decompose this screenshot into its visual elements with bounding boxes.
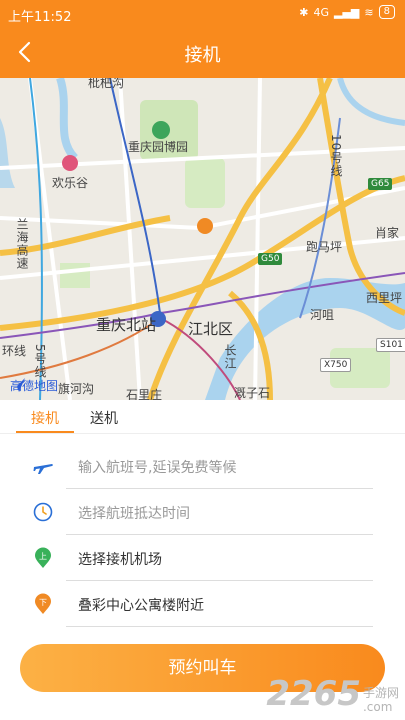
watermark-number: 2265 xyxy=(266,674,361,714)
svg-text:下: 下 xyxy=(39,598,47,607)
tab-pickup[interactable]: 接机 xyxy=(31,408,59,428)
map-label-line10: 10号线 xyxy=(329,134,343,178)
signal-icon: ▂▄▆ xyxy=(334,5,360,19)
airplane-icon xyxy=(33,464,53,474)
road-sign-s101: S101 xyxy=(376,338,405,352)
header: 上午11:52 ✱ 4G ▂▄▆ ≋ 8 接机 xyxy=(0,0,405,78)
map-label-yangtze: 长江 xyxy=(223,344,237,370)
status-bar: 上午11:52 ✱ 4G ▂▄▆ ≋ 8 xyxy=(0,0,405,28)
map-label-ring: 环线 xyxy=(2,344,27,358)
map-label-dimatou: 跑马坪 xyxy=(306,240,343,254)
battery-icon: 8 xyxy=(378,5,395,19)
network-label: 4G xyxy=(313,5,330,19)
arrival-time-selector[interactable]: 选择航班抵达时间 xyxy=(0,489,405,535)
tab-dropoff[interactable]: 送机 xyxy=(90,408,118,428)
map-view[interactable]: 枇杷沟 重庆园博园 欢乐谷 重庆北站 江北区 兰海高速 10号线 跑马坪 肖家 … xyxy=(0,78,405,400)
watermark-site-en: .com xyxy=(362,700,393,714)
clock-icon xyxy=(33,502,53,522)
bluetooth-icon: ✱ xyxy=(299,5,309,19)
map-label-xiliping: 西里坪 xyxy=(366,291,403,305)
map-label-station: 重庆北站 xyxy=(96,316,157,334)
map-label-district: 江北区 xyxy=(188,320,234,338)
map-label-qihe: 旗河沟 xyxy=(58,382,95,396)
watermark-site: 手游网 .com xyxy=(363,686,399,714)
map-canvas xyxy=(0,78,405,400)
map-label-shijia: 石里庄 xyxy=(126,388,163,400)
destination-selector[interactable]: 下 叠彩中心公寓楼附近 xyxy=(0,581,405,627)
pickup-location-pin-icon: 上 xyxy=(35,547,51,568)
map-label-river-area: 河咀 xyxy=(310,308,335,322)
navigation-arrow-icon xyxy=(12,378,25,392)
map-label-happy-valley: 欢乐谷 xyxy=(52,176,89,190)
airport-selector[interactable]: 上 选择接机机场 xyxy=(0,535,405,581)
map-provider-logo: 高德地图 xyxy=(10,377,58,394)
status-icons: ✱ 4G ▂▄▆ ≋ 8 xyxy=(299,5,395,19)
map-label-park: 重庆园博园 xyxy=(128,140,189,154)
airport-label: 选择接机机场 xyxy=(78,552,162,568)
status-time: 上午11:52 xyxy=(8,10,72,25)
road-sign-g50: G50 xyxy=(258,253,283,265)
wifi-icon: ≋ xyxy=(364,5,374,19)
map-label-top: 枇杷沟 xyxy=(88,78,125,90)
road-sign-g65: G65 xyxy=(368,178,393,190)
screen: 上午11:52 ✱ 4G ▂▄▆ ≋ 8 接机 枇杷沟 重庆园博园 欢乐谷 重庆… xyxy=(0,0,405,720)
tabs-divider xyxy=(0,433,405,434)
arrival-time-placeholder: 选择航班抵达时间 xyxy=(78,506,190,522)
svg-text:上: 上 xyxy=(39,552,47,561)
watermark-site-cn: 手游网 xyxy=(362,686,399,700)
destination-label: 叠彩中心公寓楼附近 xyxy=(78,598,204,614)
nav-bar: 接机 xyxy=(0,28,405,78)
dropoff-location-pin-icon: 下 xyxy=(35,593,51,614)
map-label-xiaojia: 肖家 xyxy=(375,226,400,240)
road-sign-x750: X750 xyxy=(320,358,352,372)
site-watermark: 2265 手游网 .com xyxy=(266,674,399,714)
flight-number-input[interactable]: 输入航班号,延误免费等候 xyxy=(0,443,405,489)
row-divider xyxy=(66,626,373,627)
page-title: 接机 xyxy=(184,45,221,66)
flight-number-placeholder: 输入航班号,延误免费等候 xyxy=(78,460,237,476)
map-label-highway: 兰海高速 xyxy=(15,218,29,270)
map-label-shimen: 溉子石 xyxy=(234,386,271,400)
map-label-line5: 5号线 xyxy=(33,344,47,379)
trip-type-tabs: 接机 送机 xyxy=(0,400,405,434)
